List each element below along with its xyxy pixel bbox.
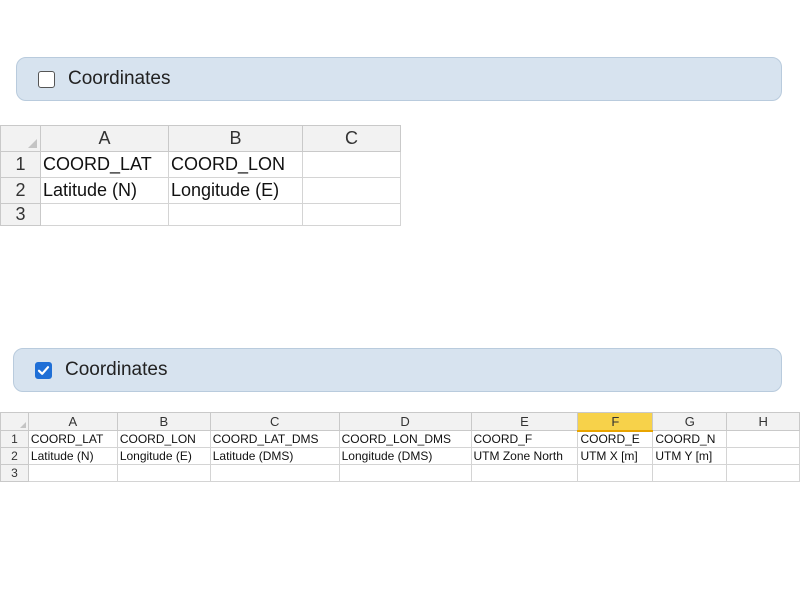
cell-e1[interactable]: COORD_F (470, 430, 579, 448)
coordinates-checkbox-bottom[interactable] (35, 361, 52, 379)
cell-c3[interactable] (209, 464, 340, 482)
cell-c2[interactable] (302, 177, 401, 204)
cell-e2[interactable]: UTM Zone North (470, 447, 579, 465)
column-header-b[interactable]: B (168, 125, 303, 152)
coordinates-checkbox-top[interactable] (38, 70, 55, 88)
cell-h3[interactable] (726, 464, 800, 482)
cell-g1[interactable]: COORD_N (652, 430, 728, 448)
cell-b1[interactable]: COORD_LON (168, 151, 303, 178)
column-header-e[interactable]: E (470, 412, 579, 431)
cell-d2[interactable]: Longitude (DMS) (338, 447, 472, 465)
cell-e3[interactable] (470, 464, 579, 482)
select-all-corner[interactable] (0, 125, 41, 152)
cell-c1[interactable]: COORD_LAT_DMS (209, 430, 340, 448)
column-header-d[interactable]: D (338, 412, 472, 431)
cell-g2[interactable]: UTM Y [m] (652, 447, 728, 465)
cell-b1[interactable]: COORD_LON (116, 430, 211, 448)
coordinates-label-bottom: Coordinates (65, 359, 168, 380)
column-header-a[interactable]: A (40, 125, 169, 152)
row-header-2[interactable]: 2 (0, 177, 41, 204)
cell-g3[interactable] (652, 464, 728, 482)
cell-a3[interactable] (40, 203, 169, 226)
row-header-2[interactable]: 2 (0, 447, 29, 465)
coordinates-panel-top: Coordinates (16, 57, 782, 101)
row-header-3[interactable]: 3 (0, 203, 41, 226)
column-header-f[interactable]: F (577, 412, 654, 432)
column-header-c[interactable]: C (209, 412, 340, 431)
cell-f3[interactable] (577, 464, 654, 482)
cell-b2[interactable]: Longitude (E) (116, 447, 211, 465)
coordinates-label-top: Coordinates (68, 68, 171, 89)
column-header-b[interactable]: B (116, 412, 211, 431)
row-header-1[interactable]: 1 (0, 430, 29, 448)
cell-a2[interactable]: Latitude (N) (27, 447, 118, 465)
cell-c2[interactable]: Latitude (DMS) (209, 447, 340, 465)
cell-a3[interactable] (27, 464, 118, 482)
cell-h1[interactable] (726, 430, 800, 448)
column-header-a[interactable]: A (27, 412, 118, 431)
cell-a1[interactable]: COORD_LAT (27, 430, 118, 448)
cell-b2[interactable]: Longitude (E) (168, 177, 303, 204)
cell-c1[interactable] (302, 151, 401, 178)
coordinates-panel-bottom: Coordinates (13, 348, 782, 392)
cell-b3[interactable] (168, 203, 303, 226)
cell-a1[interactable]: COORD_LAT (40, 151, 169, 178)
column-header-h[interactable]: H (726, 412, 800, 431)
spreadsheet-top: A B C 1 COORD_LAT COORD_LON 2 Latitude (… (0, 125, 401, 226)
row-header-1[interactable]: 1 (0, 151, 41, 178)
column-header-c[interactable]: C (302, 125, 401, 152)
cell-f2[interactable]: UTM X [m] (577, 447, 654, 465)
checkmark-icon (37, 365, 50, 375)
row-header-3[interactable]: 3 (0, 464, 29, 482)
cell-f1[interactable]: COORD_E (577, 430, 654, 448)
cell-d1[interactable]: COORD_LON_DMS (338, 430, 472, 448)
cell-c3[interactable] (302, 203, 401, 226)
column-header-g[interactable]: G (652, 412, 728, 431)
cell-d3[interactable] (338, 464, 472, 482)
select-all-corner[interactable] (0, 412, 29, 431)
spreadsheet-bottom: A B C D E F G H 1 COORD_LAT COORD_LON CO… (0, 412, 800, 482)
cell-h2[interactable] (726, 447, 800, 465)
cell-b3[interactable] (116, 464, 211, 482)
cell-a2[interactable]: Latitude (N) (40, 177, 169, 204)
